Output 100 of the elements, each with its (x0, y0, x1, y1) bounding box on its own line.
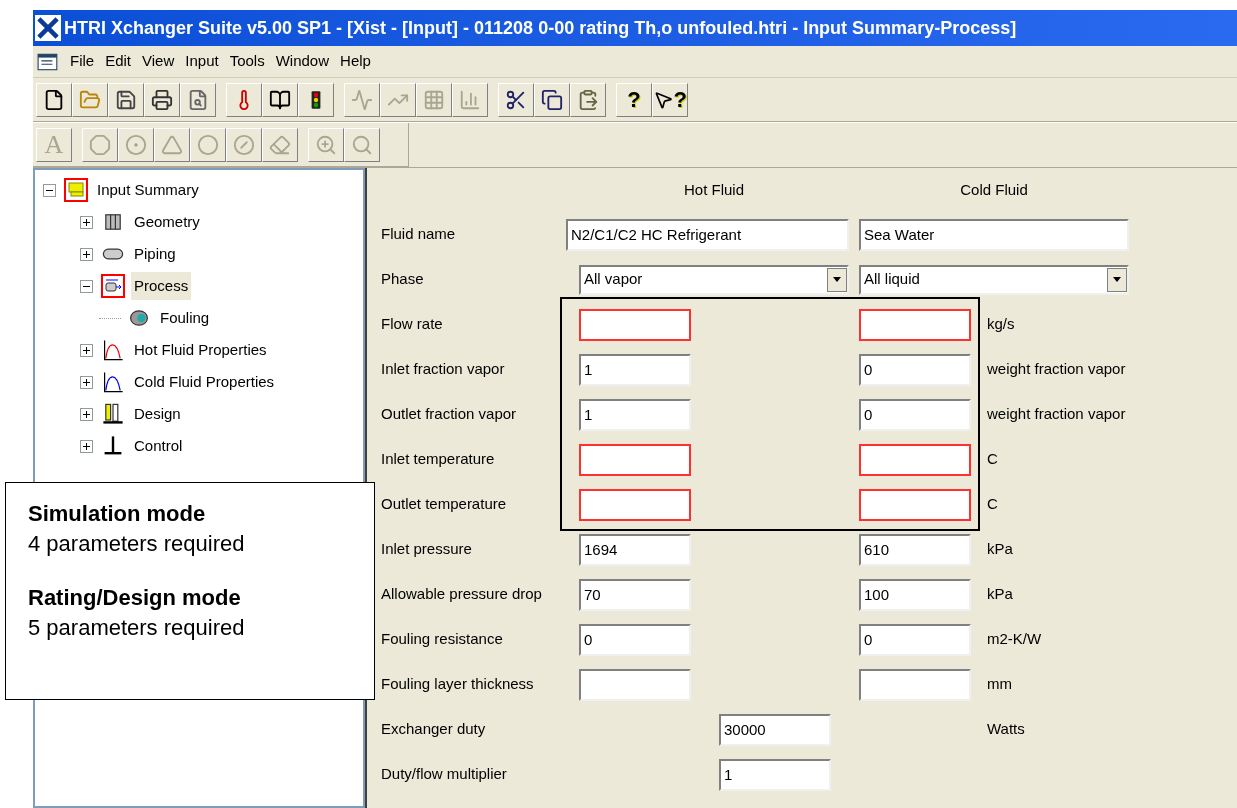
expand-icon[interactable] (80, 343, 93, 357)
save-icon (115, 88, 137, 111)
expand-icon[interactable] (80, 375, 93, 389)
field-label: Allowable pressure drop (381, 584, 543, 605)
window-title: HTRI Xchanger Suite v5.00 SP1 - [Xist - [Input] - 011208 0-00 rating Th,o unfouled.htri - Input Summary-Process] (64, 16, 1017, 40)
triangle-icon (161, 133, 183, 156)
dropdown[interactable]: All vapor (579, 264, 849, 295)
input-field[interactable]: 100 (859, 578, 971, 611)
tree-item[interactable]: Design (131, 399, 184, 429)
dropdown[interactable]: All liquid (859, 264, 1129, 295)
input-field[interactable]: 1 (579, 398, 691, 431)
tree-item[interactable]: Piping (131, 239, 179, 269)
menu-item[interactable]: Input (185, 50, 219, 73)
field-label: Inlet pressure (381, 539, 473, 560)
chart-icon (351, 88, 373, 111)
input-field[interactable] (859, 308, 971, 341)
input-field[interactable] (579, 668, 691, 701)
column-header: Cold Fluid (959, 179, 1029, 200)
field-label: Fouling resistance (381, 629, 504, 650)
unit-label: kPa (987, 584, 1013, 605)
input-field[interactable] (859, 668, 971, 701)
input-field[interactable]: 70 (579, 578, 691, 611)
unit-label: m2-K/W (987, 629, 1042, 650)
menu-item[interactable]: Tools (229, 50, 265, 73)
tree-item[interactable]: Fouling (157, 303, 213, 333)
tree-item[interactable]: Control (131, 431, 186, 461)
toolbar-button[interactable] (262, 82, 298, 117)
input-field[interactable] (859, 443, 971, 476)
printer-icon (151, 88, 173, 111)
copy-icon (541, 88, 563, 111)
input-field[interactable]: 1694 (579, 533, 691, 566)
field-label: Outlet fraction vapor (381, 404, 518, 425)
menu-item[interactable]: File (70, 50, 95, 73)
note-text: Simulation mode (28, 500, 207, 528)
help-button[interactable]: ? (616, 82, 652, 117)
field-label: Inlet fraction vapor (381, 359, 506, 380)
collapse-icon[interactable] (43, 183, 56, 197)
field-label: Exchanger duty (381, 719, 487, 740)
unit-label: Watts (987, 719, 1025, 740)
preview-icon (187, 88, 209, 111)
hatched-circle-icon (233, 133, 255, 156)
field-label: Inlet temperature (381, 449, 496, 470)
app-logo-icon (35, 15, 61, 41)
toolbar-button[interactable] (298, 82, 334, 117)
grid-icon (423, 88, 445, 111)
expand-icon[interactable] (80, 215, 93, 229)
circle-icon (197, 133, 219, 156)
input-field[interactable]: 0 (859, 398, 971, 431)
toolbar-button[interactable] (498, 82, 534, 117)
tree-item[interactable]: Process (131, 271, 192, 301)
field-label: Phase (381, 269, 425, 290)
expand-icon[interactable] (80, 439, 93, 453)
tree-item[interactable]: Hot Fluid Properties (131, 335, 270, 365)
note-text: 4 parameters required (28, 530, 246, 558)
input-field[interactable]: Sea Water (859, 218, 1129, 251)
toolbar-button[interactable]: ? (652, 82, 688, 117)
input-field[interactable] (579, 443, 691, 476)
collapse-icon[interactable] (80, 279, 93, 293)
expand-icon[interactable] (80, 407, 93, 421)
input-field[interactable]: 610 (859, 533, 971, 566)
expand-icon[interactable] (80, 247, 93, 261)
unit-label: weight fraction vapor (987, 404, 1126, 425)
input-field[interactable]: 30000 (719, 713, 831, 746)
input-field[interactable]: 1 (579, 353, 691, 386)
unit-label: C (987, 449, 998, 470)
toolbar-button[interactable] (36, 82, 72, 117)
toolbar-button[interactable] (534, 82, 570, 117)
menu-item[interactable]: Edit (105, 50, 132, 73)
toolbar-button[interactable] (108, 82, 144, 117)
input-field[interactable] (579, 488, 691, 521)
tree-item[interactable]: Input Summary (94, 175, 202, 205)
paste-icon (577, 88, 599, 111)
input-field[interactable] (859, 488, 971, 521)
unit-label: kg/s (987, 314, 1015, 335)
input-field[interactable]: 0 (859, 623, 971, 656)
zoom-icon (315, 133, 337, 156)
eraser-icon (269, 133, 291, 156)
field-label: Flow rate (381, 314, 444, 335)
cut-icon (505, 88, 527, 111)
tree-item[interactable]: Geometry (131, 207, 203, 237)
input-field[interactable]: 0 (579, 623, 691, 656)
toolbar-button[interactable] (144, 82, 180, 117)
unit-label: kPa (987, 539, 1013, 560)
field-label: Duty/flow multiplier (381, 764, 508, 785)
input-field[interactable] (579, 308, 691, 341)
tree-item[interactable]: Cold Fluid Properties (131, 367, 278, 397)
column-header: Hot Fluid (683, 179, 745, 200)
file-icon (43, 88, 65, 111)
input-field[interactable]: 0 (859, 353, 971, 386)
menu-item[interactable]: View (142, 50, 175, 73)
input-field[interactable]: 1 (719, 758, 831, 791)
input-field[interactable]: N2/C1/C2 HC Refrigerant (566, 218, 849, 251)
chart-icon (459, 88, 481, 111)
field-label: Outlet temperature (381, 494, 508, 515)
unit-label: mm (987, 674, 1012, 695)
folder-icon (79, 88, 101, 111)
search-icon (351, 133, 373, 156)
book-icon (269, 88, 291, 111)
menu-item[interactable]: Help (340, 50, 371, 73)
menu-item[interactable]: Window (275, 50, 330, 73)
